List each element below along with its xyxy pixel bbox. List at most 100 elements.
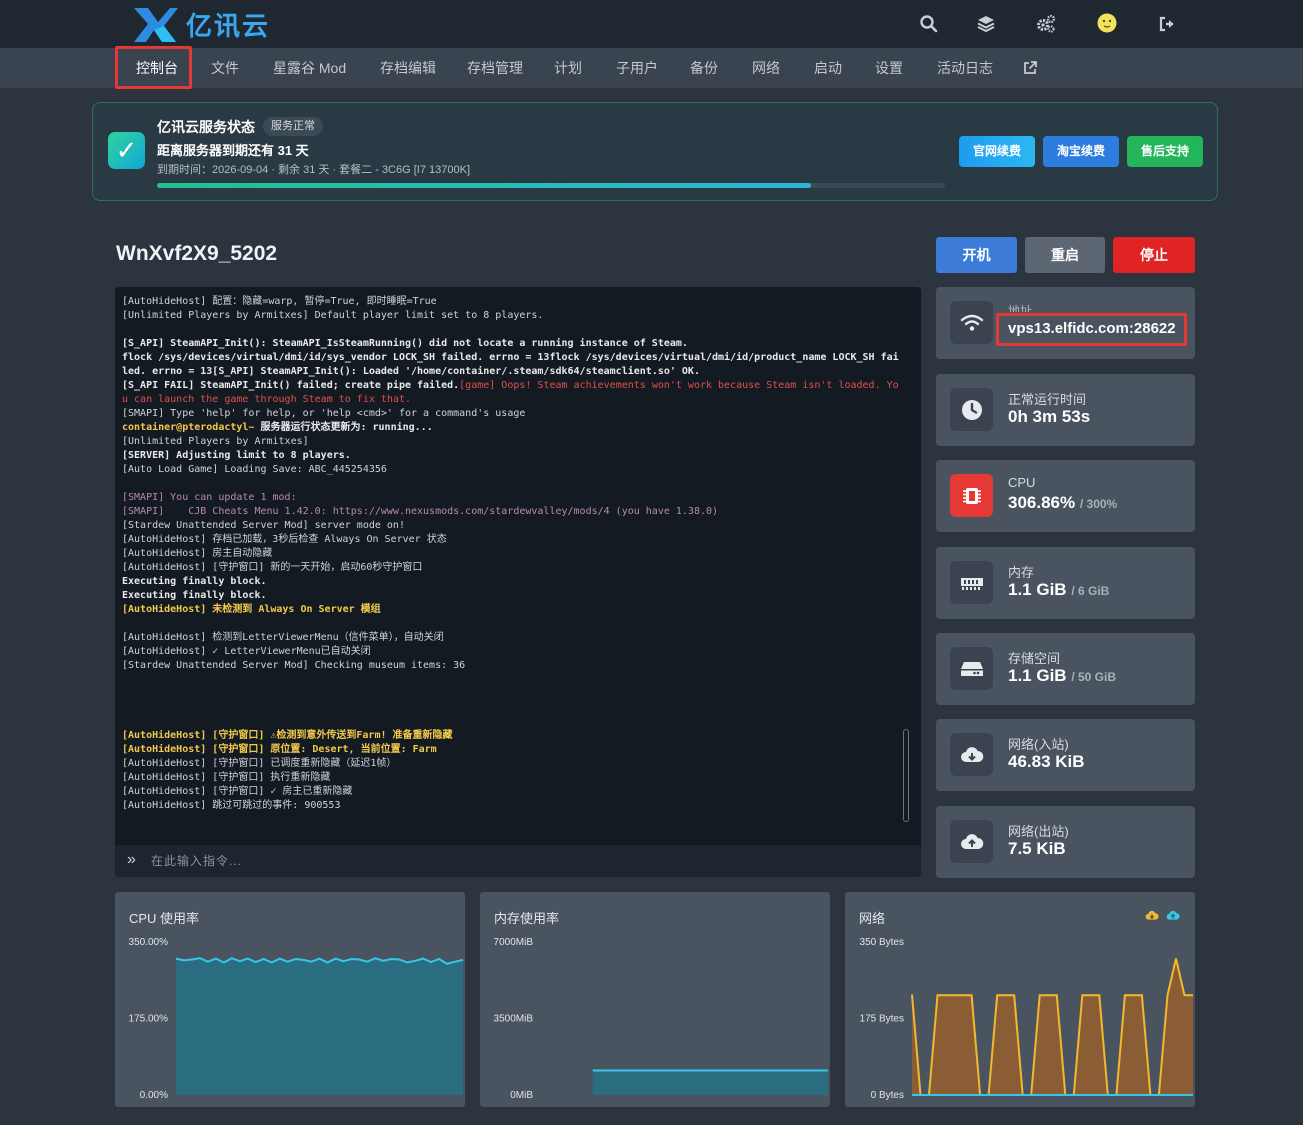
tab-stardew-mod[interactable]: 星露谷 Mod (273, 48, 346, 88)
taobao-renew-button[interactable]: 淘宝续费 (1043, 136, 1119, 167)
console-line: [SMAPI] Type 'help' for help, or 'help <… (122, 408, 526, 419)
tab-network[interactable]: 网络 (752, 48, 780, 88)
memory-usage: 1.1 GiB (1008, 580, 1067, 599)
console-line: [AutoHideHost] 检测到LetterViewerMenu（信件菜单）… (122, 632, 444, 643)
console-line: [AutoHideHost] 跳过可跳过的事件: 900553 (122, 800, 341, 811)
console-line: [Auto Load Game] Loading Save: ABC_44525… (122, 464, 387, 475)
console-line: Executing finally block. (122, 576, 267, 587)
console-scrollbar[interactable] (903, 729, 909, 822)
console-line: [Stardew Unattended Server Mod] Checking… (122, 660, 466, 671)
memory-limit: / 6 GiB (1071, 584, 1110, 598)
official-renew-button[interactable]: 官网续费 (959, 136, 1035, 167)
y-tick-label: 7000MiB (494, 937, 534, 948)
console-line: led. errno = 13[S_API] SteamAPI_Init(): … (122, 366, 700, 377)
tab-save-editor[interactable]: 存档编辑 (380, 48, 436, 88)
logout-icon[interactable] (1157, 14, 1177, 34)
console-line: [AutoHideHost] 配置：隐藏=warp, 暂停=True, 即时睡眠… (122, 296, 437, 307)
console-line: [SMAPI] CJB Cheats Menu 1.42.0: https://… (122, 506, 719, 517)
stat-card-net-out: 网络(出站) 7.5 KiB (936, 806, 1195, 878)
tab-activity-log[interactable]: 活动日志 (937, 48, 993, 88)
console-line: Executing finally block. (122, 590, 267, 601)
y-tick-label: 350.00% (129, 937, 169, 948)
console-prompt-icon: » (127, 851, 136, 868)
console-line: [AutoHideHost] 未检测到 Always On Server 模组 (122, 604, 381, 615)
disk-label: 存储空间 (1008, 651, 1061, 666)
cloud-download-icon (950, 733, 993, 776)
console-line: [SMAPI] You can update 1 mod: (122, 492, 297, 503)
cogs-icon[interactable] (1036, 14, 1056, 34)
console-line: [AutoHideHost] [守护窗口] ⚠检测到意外传送到Farm! 准备重… (122, 730, 453, 741)
console-line: [Stardew Unattended Server Mod] server m… (122, 520, 405, 531)
console-log: [AutoHideHost] 配置：隐藏=warp, 暂停=True, 即时睡眠… (122, 295, 902, 813)
cpu-chart: 350.00% 175.00% 0.00% (129, 937, 464, 1101)
stop-button[interactable]: 停止 (1113, 237, 1195, 273)
stat-card-cpu: CPU 306.86% / 300% (936, 460, 1195, 532)
y-tick-label: 350 Bytes (860, 937, 904, 948)
stat-card-uptime: 正常运行时间 0h 3m 53s (936, 374, 1195, 446)
console-line: [Unlimited Players by Armitxes] Default … (122, 310, 544, 321)
console-line: [AutoHideHost] [守护窗口] 原位置: Desert, 当前位置:… (122, 744, 437, 755)
layers-icon[interactable] (976, 14, 996, 34)
support-button[interactable]: 售后支持 (1127, 136, 1203, 167)
wifi-icon (950, 301, 993, 344)
console-line: u can launch the game through Steam to f… (122, 394, 411, 405)
cpu-label: CPU (1008, 475, 1036, 490)
console-line: container@pterodactyl~ 服务器运行状态更新为: runni… (122, 422, 433, 433)
tab-subusers[interactable]: 子用户 (616, 48, 658, 88)
expiry-progress-bar (157, 183, 945, 188)
tab-settings[interactable]: 设置 (875, 48, 903, 88)
cpu-usage: 306.86% (1008, 493, 1076, 512)
network-chart-panel: 网络 350 Bytes 175 Bytes 0 Bytes (845, 892, 1195, 1107)
server-address[interactable]: vps13.elfidc.com:28622 (1008, 320, 1176, 337)
cloud-upload-icon (950, 820, 993, 863)
search-icon[interactable] (919, 14, 939, 34)
brand-name: 亿讯云 (186, 11, 271, 41)
hdd-icon (950, 647, 993, 690)
y-tick-label: 0.00% (140, 1090, 168, 1101)
y-tick-label: 3500MiB (494, 1014, 534, 1025)
console-line: [AutoHideHost] 存档已加载，3秒后检查 Always On Ser… (122, 534, 447, 545)
tab-bar: 控制台 文件 星露谷 Mod 存档编辑 存档管理 计划 子用户 备份 网络 启动… (0, 48, 1303, 88)
net-out-label: 网络(出站) (1008, 824, 1069, 839)
console-line: [AutoHideHost] [守护窗口] 新的一天开始，启动60秒守护窗口 (122, 562, 423, 573)
memory-label: 内存 (1008, 565, 1035, 580)
cpu-limit: / 300% (1079, 497, 1118, 511)
console-line: [AutoHideHost] ✓ LetterViewerMenu已自动关闭 (122, 646, 371, 657)
console-line: [S_API] SteamAPI_Init(): SteamAPI_IsStea… (122, 338, 688, 349)
tab-backups[interactable]: 备份 (690, 48, 718, 88)
memory-chart-panel: 内存使用率 7000MiB 3500MiB 0MiB (480, 892, 830, 1107)
restart-button[interactable]: 重启 (1025, 237, 1105, 273)
console-line: [AutoHideHost] [守护窗口] 已调度重新隐藏（延迟1帧） (122, 758, 397, 769)
status-badge: 服务正常 (263, 117, 323, 136)
console-line: [SERVER] Adjusting limit to 8 players. (122, 450, 351, 461)
y-tick-label: 0MiB (510, 1090, 533, 1101)
y-tick-label: 0 Bytes (871, 1090, 904, 1101)
external-link-icon[interactable] (1023, 61, 1037, 75)
series-area (592, 1070, 828, 1095)
uptime-label: 正常运行时间 (1008, 392, 1087, 407)
cpu-value: 306.86% / 300% (1008, 493, 1117, 513)
tab-files[interactable]: 文件 (211, 48, 239, 88)
start-button[interactable]: 开机 (936, 237, 1017, 273)
network-chart: 350 Bytes 175 Bytes 0 Bytes (860, 937, 1193, 1101)
series-area (176, 958, 463, 1095)
tab-save-manager[interactable]: 存档管理 (467, 48, 523, 88)
expiry-details: 到期时间：2026-09-04 · 剩余 31 天 · 套餐二 - 3C6G [… (157, 164, 470, 176)
stat-card-memory: 内存 1.1 GiB / 6 GiB (936, 547, 1195, 619)
console-line: flock /sys/devices/virtual/dmi/id/sys_ve… (122, 352, 899, 363)
console-line: [AutoHideHost] [守护窗口] ✓ 房主已重新隐藏 (122, 786, 353, 797)
console-output[interactable]: [AutoHideHost] 配置：隐藏=warp, 暂停=True, 即时睡眠… (115, 287, 921, 877)
memory-icon (950, 561, 993, 604)
console-placeholder: 在此输入指令... (151, 854, 243, 868)
tab-schedules[interactable]: 计划 (554, 48, 582, 88)
avatar[interactable] (1097, 13, 1117, 33)
disk-limit: / 50 GiB (1071, 670, 1117, 684)
tab-startup[interactable]: 启动 (814, 48, 842, 88)
